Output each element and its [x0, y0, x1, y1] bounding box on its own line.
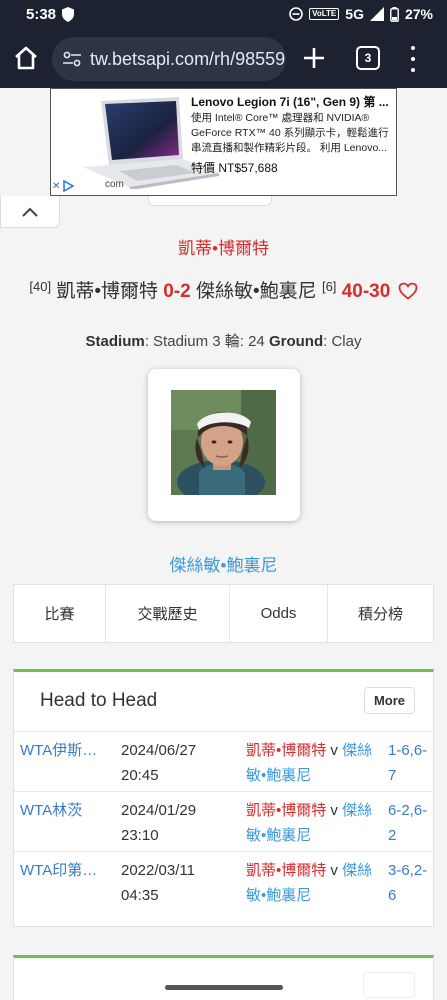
match-time: 20:45: [121, 767, 159, 784]
tab-matches[interactable]: 比賽: [14, 585, 106, 642]
signal-icon: [369, 7, 384, 21]
address-bar[interactable]: tw.betsapi.com/rh/98559: [52, 37, 286, 81]
ad-close-icon[interactable]: ✕: [52, 181, 60, 192]
match-datetime: 2024/01/29 23:10: [121, 798, 231, 848]
new-tab-icon[interactable]: [300, 44, 328, 72]
status-bar: 5:38 VoLTE 5G 27%: [0, 0, 447, 30]
chevron-up-icon: [22, 207, 38, 217]
stadium-label: Stadium: [85, 333, 145, 350]
table-row[interactable]: WTA伊斯坦布爾 2024/06/27 20:45 凱蒂•博爾特 v 傑絲敏•鮑裏…: [14, 732, 433, 792]
match-score-link[interactable]: 3-6,2-6: [388, 858, 432, 908]
gesture-navigation-bar[interactable]: [165, 985, 283, 990]
player-photo: [171, 390, 276, 495]
next-section-button[interactable]: [363, 972, 415, 998]
home-player-link[interactable]: 凱蒂•博爾特: [246, 802, 326, 819]
card-edge: [148, 196, 272, 206]
match-date: 2024/01/29: [121, 802, 197, 819]
match-players: 凱蒂•博爾特 v 傑絲敏•鮑裏尼: [246, 798, 376, 848]
tab-odds[interactable]: Odds: [230, 585, 328, 642]
browser-toolbar: tw.betsapi.com/rh/98559 3: [0, 30, 447, 88]
match-players: 凱蒂•博爾特 v 傑絲敏•鮑裏尼: [246, 738, 376, 788]
league-link[interactable]: WTA伊斯坦布爾: [20, 738, 108, 763]
scoreline: [40] 凱蒂•博爾特 0-2 傑絲敏•鮑裏尼 [6] 40-30: [0, 276, 447, 303]
ad-title[interactable]: Lenovo Legion 7i (16", Gen 9) 第 ...: [191, 93, 395, 110]
heart-icon[interactable]: [398, 282, 418, 300]
versus-text: v: [326, 742, 343, 759]
match-time: 04:35: [121, 887, 159, 904]
match-time: 23:10: [121, 827, 159, 844]
match-players: 凱蒂•博爾特 v 傑絲敏•鮑裏尼: [246, 858, 376, 908]
match-score-link[interactable]: 6-2,6-2: [388, 798, 432, 848]
away-player-name[interactable]: 傑絲敏•鮑裏尼: [196, 281, 317, 302]
h2h-header: Head to Head More: [14, 672, 433, 732]
ground-value: : Clay: [323, 333, 362, 350]
league-link[interactable]: WTA林茨: [20, 798, 108, 823]
url-text: tw.betsapi.com/rh/98559: [90, 48, 286, 69]
more-menu-icon[interactable]: [408, 46, 418, 72]
player2-name-link[interactable]: 傑絲敏•鮑裏尼: [0, 551, 447, 576]
site-settings-icon[interactable]: [62, 51, 82, 67]
player1-title[interactable]: 凱蒂•博爾特: [0, 234, 447, 259]
shield-icon: [62, 7, 74, 22]
match-date: 2024/06/27: [121, 742, 197, 759]
match-datetime: 2024/06/27 20:45: [121, 738, 231, 788]
versus-text: v: [326, 862, 343, 879]
tab-count: 3: [364, 51, 372, 65]
away-rank: [6]: [321, 279, 337, 294]
ad-price: 特價 NT$57,688: [191, 161, 278, 175]
home-icon[interactable]: [12, 44, 40, 72]
table-row[interactable]: WTA林茨 2024/01/29 23:10 凱蒂•博爾特 v 傑絲敏•鮑裏尼 6…: [14, 792, 433, 852]
tab-switcher-button[interactable]: 3: [356, 46, 380, 70]
versus-text: v: [326, 802, 343, 819]
match-info: Stadium: Stadium 3 輪: 24 Ground: Clay: [0, 330, 447, 351]
game-score: 40-30: [341, 281, 391, 302]
home-rank: [40]: [29, 279, 52, 294]
more-button[interactable]: More: [363, 687, 415, 714]
status-time: 5:38: [26, 6, 57, 23]
tab-standings[interactable]: 積分榜: [328, 585, 433, 642]
home-player-link[interactable]: 凱蒂•博爾特: [246, 742, 326, 759]
match-datetime: 2022/03/11 04:35: [121, 858, 231, 908]
h2h-title: Head to Head: [40, 690, 158, 711]
volte-badge: VoLTE: [309, 8, 340, 20]
stadium-value: : Stadium 3 輪: 24: [144, 333, 269, 350]
advertisement-banner[interactable]: Lenovo Legion 7i (16", Gen 9) 第 ... 使用 I…: [50, 88, 397, 196]
next-section-card: [13, 955, 434, 1000]
league-link[interactable]: WTA印第安維爾斯: [20, 858, 108, 883]
do-not-disturb-icon: [289, 7, 303, 21]
adchoices-icon[interactable]: ✕: [52, 180, 75, 192]
player-photo-card: [148, 369, 300, 521]
home-player-name[interactable]: 凱蒂•博爾特: [56, 281, 158, 302]
ad-description: 使用 Intel® Core™ 處理器和 NVIDIA® GeForce RTX…: [191, 112, 389, 154]
home-player-link[interactable]: 凱蒂•博爾特: [246, 862, 326, 879]
adchoices-triangle-icon[interactable]: [62, 180, 75, 192]
table-row[interactable]: WTA印第安維爾斯 2022/03/11 04:35 凱蒂•博爾特 v 傑絲敏•鮑…: [14, 852, 433, 912]
set-score: 0-2: [163, 281, 191, 302]
tab-h2h-history[interactable]: 交戰歷史: [106, 585, 230, 642]
match-date: 2022/03/11: [121, 862, 195, 879]
battery-level: 27%: [404, 6, 433, 22]
battery-icon: [390, 6, 399, 22]
section-tabs: 比賽 交戰歷史 Odds 積分榜: [13, 584, 434, 643]
ad-domain: com: [105, 179, 124, 190]
collapse-button[interactable]: [0, 196, 60, 228]
match-score-link[interactable]: 1-6,6-7: [388, 738, 432, 788]
ground-label: Ground: [268, 333, 324, 350]
network-type: 5G: [345, 6, 364, 22]
head-to-head-card: Head to Head More WTA伊斯坦布爾 2024/06/27 20:…: [13, 669, 434, 927]
